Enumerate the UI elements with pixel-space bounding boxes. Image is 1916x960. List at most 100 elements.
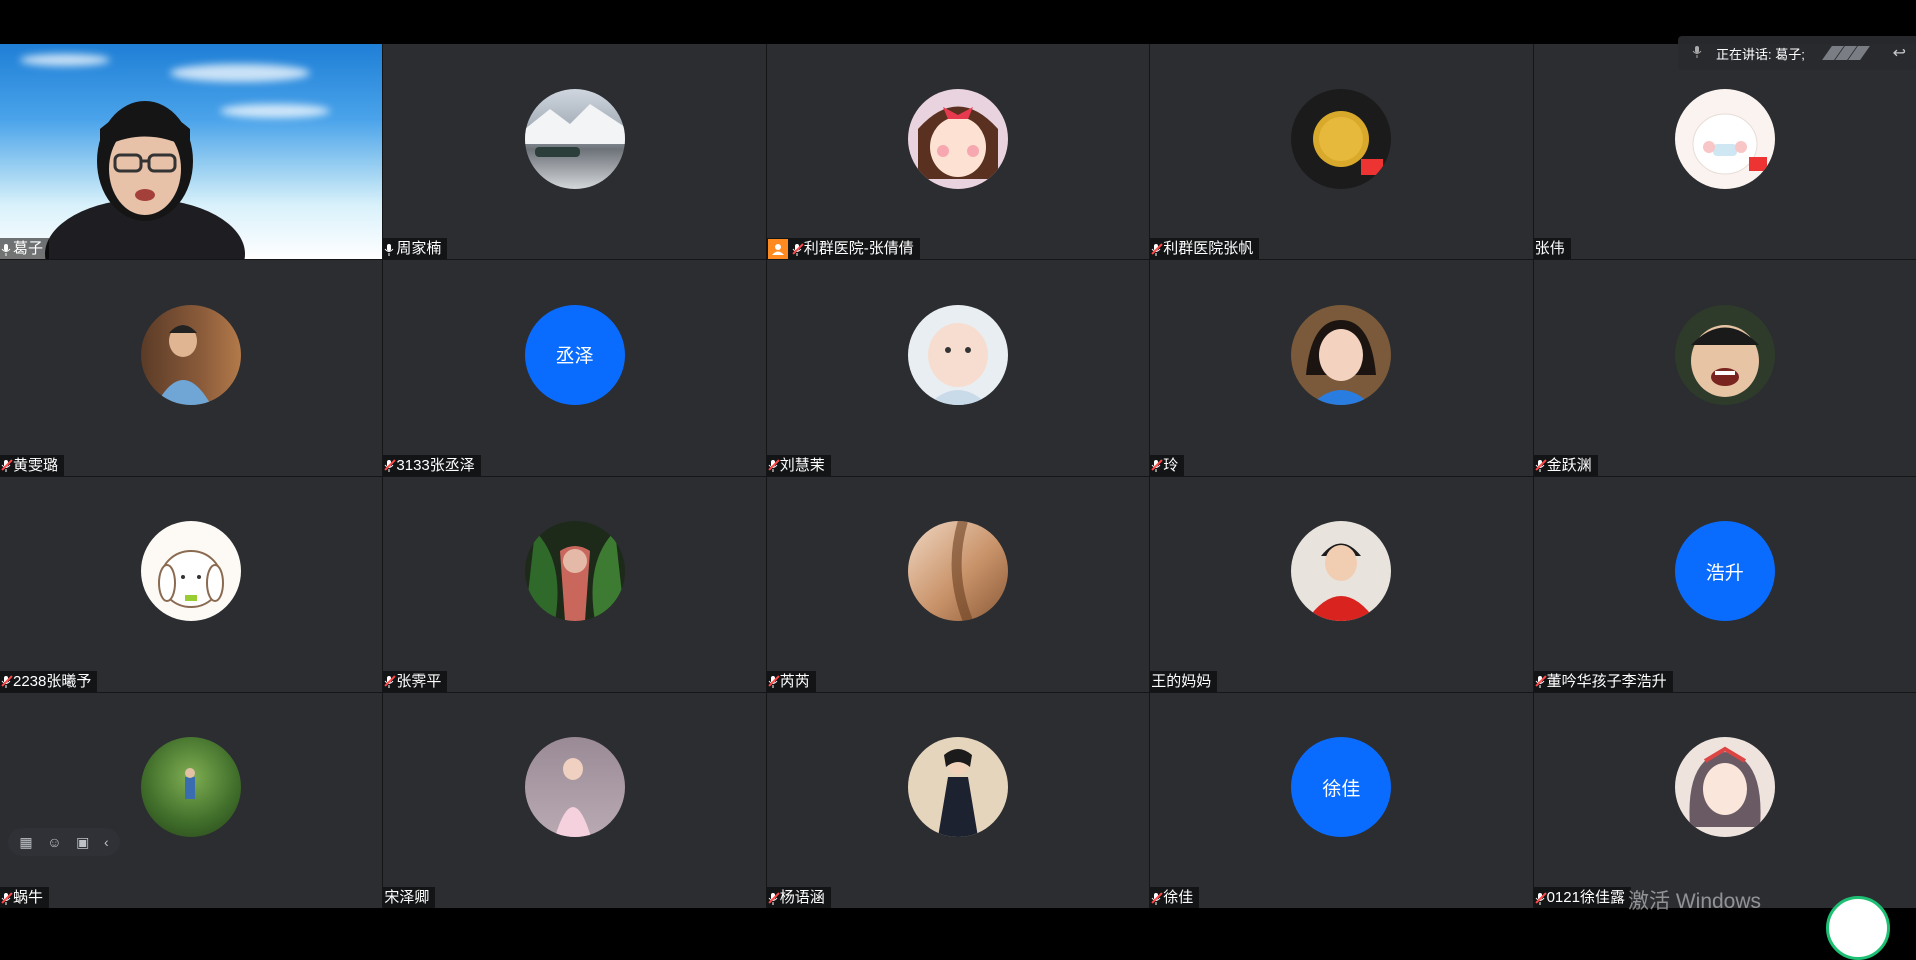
- microphone-icon: [1, 242, 11, 256]
- participant-name: 金跃渊: [1546, 456, 1592, 474]
- microphone-muted-icon: [768, 891, 778, 905]
- avatar: 浩升: [1674, 521, 1775, 622]
- microphone-muted-icon: [1151, 458, 1161, 472]
- emoji-icon[interactable]: ☺: [47, 835, 61, 849]
- participant-tile[interactable]: 黄雯璐: [0, 260, 383, 476]
- participant-name-tag: 利群医院张帆: [1150, 238, 1260, 260]
- participant-tile[interactable]: 周家楠: [383, 44, 766, 260]
- participant-tile[interactable]: 利群医院张帆: [1150, 44, 1533, 260]
- participant-name: 葛子: [13, 240, 44, 258]
- participant-tile[interactable]: 杨语涵: [766, 692, 1150, 908]
- participant-name-tag: 利群医院-张倩倩: [766, 238, 920, 260]
- avatar: 徐佳: [1291, 737, 1392, 838]
- participant-name-tag: 徐佳: [1150, 887, 1200, 908]
- participant-tile[interactable]: 利群医院-张倩倩: [766, 44, 1150, 260]
- avatar: [524, 737, 625, 838]
- participant-video-person: [45, 101, 245, 259]
- participant-tile[interactable]: 金跃渊: [1533, 260, 1916, 476]
- chat-icon[interactable]: ▣: [76, 835, 89, 849]
- participant-tile[interactable]: 王的妈妈: [1150, 476, 1533, 692]
- audio-level-icon: [1821, 46, 1870, 60]
- microphone-muted-icon: [1535, 674, 1545, 689]
- microphone-muted-icon: [1, 891, 11, 905]
- avatar: [1291, 304, 1392, 405]
- participant-tile[interactable]: 张霁平: [383, 476, 766, 692]
- participant-name: 黄雯璐: [13, 456, 59, 474]
- participant-name-tag: 周家楠: [383, 238, 448, 260]
- microphone-muted-icon: [1535, 891, 1545, 905]
- avatar-initials: 徐佳: [1322, 778, 1361, 800]
- avatar: [141, 521, 242, 622]
- participant-tile[interactable]: 徐佳 徐佳: [1150, 692, 1533, 908]
- participant-name-tag: 玲: [1150, 454, 1185, 476]
- participant-tile[interactable]: 蜗牛: [0, 692, 383, 908]
- participant-name-tag: 宋泽卿: [383, 887, 436, 908]
- participant-name: 宋泽卿: [384, 889, 430, 906]
- participant-name-tag: 金跃渊: [1533, 454, 1598, 476]
- microphone-muted-icon: [1, 674, 11, 689]
- avatar: [1674, 304, 1775, 405]
- participant-tile[interactable]: 张伟: [1533, 44, 1916, 260]
- avatar: 丞泽: [524, 304, 625, 405]
- participant-name-tag: 3133张丞泽: [383, 454, 481, 476]
- microphone-muted-icon: [1, 458, 11, 472]
- avatar: [1291, 521, 1392, 622]
- participant-name-tag: 张霁平: [383, 670, 448, 692]
- microphone-muted-icon: [384, 458, 394, 472]
- participant-name-tag: 王的妈妈: [1150, 670, 1218, 692]
- participant-name-tag: 刘慧茉: [766, 454, 831, 476]
- participant-name: 王的妈妈: [1151, 672, 1212, 690]
- participant-name-tag: 张伟: [1533, 238, 1571, 260]
- participant-name-tag: 董吟华孩子李浩升: [1533, 670, 1673, 692]
- chevron-left-icon[interactable]: ‹: [104, 835, 109, 849]
- avatar: [907, 304, 1008, 405]
- avatar: [907, 521, 1008, 622]
- avatar: [907, 737, 1008, 838]
- microphone-muted-icon: [1151, 242, 1161, 256]
- microphone-muted-icon: [1151, 891, 1161, 905]
- participant-name: 杨语涵: [779, 889, 825, 906]
- microphone-muted-icon: [1535, 458, 1545, 472]
- participant-tile[interactable]: 玲: [1150, 260, 1533, 476]
- participant-name-tag: 葛子: [0, 238, 50, 260]
- participant-tile[interactable]: 浩升 董吟华孩子李浩升: [1533, 476, 1916, 692]
- avatar: [141, 737, 242, 838]
- participant-tile[interactable]: 丞泽 3133张丞泽: [383, 260, 766, 476]
- participant-tile[interactable]: 0121徐佳露: [1533, 692, 1916, 908]
- microphone-muted-icon: [768, 458, 778, 472]
- status-circle: [1826, 896, 1890, 960]
- avatar-initials: 浩升: [1705, 562, 1744, 584]
- microphone-muted-icon: [384, 674, 394, 689]
- participant-name: 利群医院-张倩倩: [803, 240, 914, 258]
- participant-name: 3133张丞泽: [396, 456, 475, 474]
- participant-tile[interactable]: 刘慧茉: [766, 260, 1150, 476]
- video-feed: [0, 44, 383, 260]
- avatar: [141, 304, 242, 405]
- avatar: [524, 521, 625, 622]
- participant-name: 张霁平: [396, 672, 442, 690]
- avatar-initials: 丞泽: [555, 346, 594, 368]
- participant-name: 利群医院张帆: [1163, 240, 1254, 258]
- host-badge-icon: [767, 238, 788, 259]
- participant-tile[interactable]: 宋泽卿: [383, 692, 766, 908]
- microphone-icon: [384, 242, 394, 256]
- microphone-muted-icon: [768, 674, 778, 689]
- participant-name: 芮芮: [779, 672, 810, 690]
- participant-name-tag: 芮芮: [766, 670, 816, 692]
- participant-tile[interactable]: 葛子: [0, 44, 383, 260]
- participant-name: 0121徐佳露: [1546, 889, 1625, 906]
- layout-grid-icon[interactable]: ▦: [19, 835, 32, 849]
- speaking-indicator-panel: 正在讲话: 葛子; ↩: [1678, 36, 1916, 70]
- participant-name: 周家楠: [396, 240, 442, 258]
- participant-tile[interactable]: 芮芮: [766, 476, 1150, 692]
- avatar: [907, 88, 1008, 189]
- participant-name: 张伟: [1534, 240, 1565, 258]
- avatar: [524, 88, 625, 189]
- participant-name-tag: 黄雯璐: [0, 454, 65, 476]
- participant-name: 2238张曦予: [13, 672, 92, 690]
- collapse-arrow-icon[interactable]: ↩: [1893, 43, 1906, 63]
- participant-name-tag: 蜗牛: [0, 887, 50, 908]
- participant-grid: 葛子 周家楠 利群医院-张倩倩 利群医院张帆 张伟 黄雯璐 丞泽 3133张丞泽…: [0, 44, 1916, 908]
- participant-tile[interactable]: 2238张曦予: [0, 476, 383, 692]
- participant-name: 徐佳: [1163, 889, 1194, 906]
